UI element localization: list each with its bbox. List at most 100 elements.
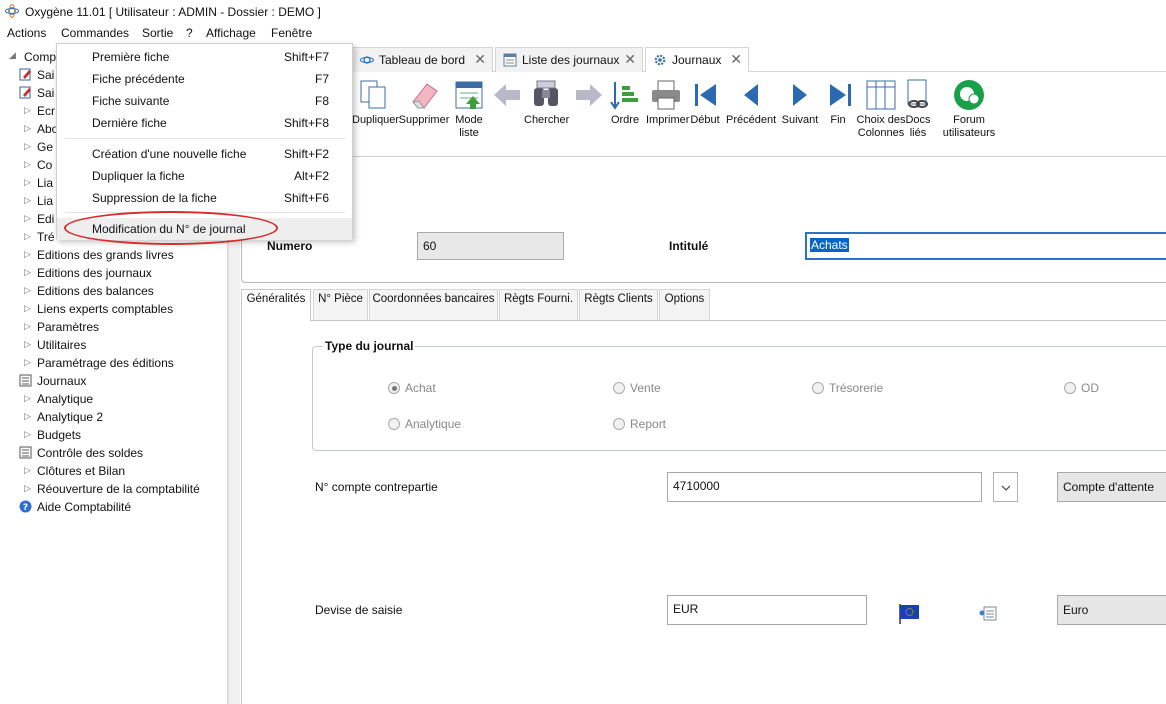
radio-dot[interactable]	[388, 382, 400, 394]
radio-dot[interactable]	[1064, 382, 1076, 394]
subtab[interactable]: Généralités	[241, 289, 311, 321]
menu-commandes[interactable]: Commandes	[61, 26, 129, 40]
subtab[interactable]: Options	[659, 289, 710, 320]
collapse-chevron-icon[interactable]: ▷	[24, 105, 31, 115]
devise-input[interactable]: EUR	[667, 595, 867, 625]
tree-item[interactable]: ▷ Liens experts comptables	[0, 300, 228, 318]
tree-item[interactable]: ▷ Paramètres	[0, 318, 228, 336]
last-button[interactable]: Fin	[824, 78, 852, 127]
menu-sortie[interactable]: Sortie	[142, 26, 173, 40]
tab-journaux[interactable]: Journaux ✕	[645, 47, 749, 73]
next-button[interactable]: Suivant	[780, 78, 820, 127]
collapse-chevron-icon[interactable]: ▷	[24, 177, 31, 187]
tab-tableau-de-bord[interactable]: Tableau de bord ✕	[352, 47, 493, 72]
subtab[interactable]: Règts Fourni.	[499, 289, 578, 320]
type-radio-label: Vente	[630, 381, 661, 395]
collapse-chevron-icon[interactable]: ▷	[24, 141, 31, 151]
first-button[interactable]: Début	[688, 78, 722, 127]
dropdown-item[interactable]: Fiche suivante F8	[57, 90, 352, 112]
tree-item-label: Journaux	[37, 374, 87, 388]
collapse-chevron-icon[interactable]: ▷	[24, 123, 31, 133]
tree-item[interactable]: Journaux	[0, 372, 228, 390]
tree-item[interactable]: ▷ Utilitaires	[0, 336, 228, 354]
tree-item[interactable]: ▷ Budgets	[0, 426, 228, 444]
tree-item[interactable]: Contrôle des soldes	[0, 444, 228, 462]
dropdown-item[interactable]: Création d'une nouvelle fiche Shift+F2	[57, 143, 352, 165]
tab-liste-des-journaux[interactable]: Liste des journaux ✕	[495, 47, 643, 72]
toolbar-label: Choix des Colonnes	[856, 114, 906, 139]
printer-button[interactable]: Imprimer	[646, 78, 689, 127]
collapse-chevron-icon[interactable]: ▷	[24, 267, 31, 277]
collapse-chevron-icon[interactable]: ▷	[24, 213, 31, 223]
dropdown-item[interactable]: Dupliquer la fiche Alt+F2	[57, 165, 352, 187]
menu-help[interactable]: ?	[186, 26, 193, 40]
collapse-chevron-icon[interactable]: ▷	[24, 483, 31, 493]
tree-item[interactable]: ▷ Editions des journaux	[0, 264, 228, 282]
columns-button[interactable]: Choix des Colonnes	[856, 78, 906, 140]
subtab[interactable]: N° Pièce	[313, 289, 368, 320]
collapse-chevron-icon[interactable]: ▷	[24, 357, 31, 367]
type-radio[interactable]: Achat	[388, 381, 508, 397]
collapse-chevron-icon[interactable]: ▷	[24, 249, 31, 259]
collapse-chevron-icon[interactable]: ▷	[24, 393, 31, 403]
menu-affichage[interactable]: Affichage	[206, 26, 256, 40]
expand-chevron-icon[interactable]: ◢	[9, 50, 16, 60]
dropdown-item[interactable]: Fiche précédente F7	[57, 68, 352, 90]
numero-field[interactable]: 60	[417, 232, 564, 260]
duplicate-button[interactable]: Dupliquer	[352, 78, 399, 127]
tree-item[interactable]: ▷ Paramétrage des éditions	[0, 354, 228, 372]
close-icon[interactable]: ✕	[730, 51, 742, 68]
type-radio[interactable]: Trésorerie	[812, 381, 932, 397]
close-icon[interactable]: ✕	[474, 51, 486, 68]
collapse-chevron-icon[interactable]: ▷	[24, 429, 31, 439]
collapse-chevron-icon[interactable]: ▷	[24, 195, 31, 205]
tree-item[interactable]: ? Aide Comptabilité	[0, 498, 228, 516]
sort-button[interactable]: Ordre	[608, 78, 642, 127]
tree-item[interactable]: ▷ Analytique	[0, 390, 228, 408]
menu-fenetre[interactable]: Fenêtre	[271, 26, 312, 40]
eraser-icon	[412, 83, 438, 109]
type-radio[interactable]: Analytique	[388, 417, 508, 433]
collapse-chevron-icon[interactable]: ▷	[24, 411, 31, 421]
compte-dropdown-button[interactable]	[993, 472, 1018, 502]
collapse-chevron-icon[interactable]: ▷	[24, 231, 31, 241]
radio-dot[interactable]	[613, 418, 625, 430]
subtab[interactable]: Règts Clients	[579, 289, 658, 320]
compte-contrepartie-input[interactable]: 4710000	[667, 472, 982, 502]
dropdown-item[interactable]: Suppression de la fiche Shift+F6	[57, 187, 352, 209]
list-mode-button[interactable]: Mode liste	[452, 78, 486, 140]
radio-dot[interactable]	[812, 382, 824, 394]
previous-button[interactable]: Précédent	[726, 78, 776, 127]
type-radio[interactable]: OD	[1064, 381, 1166, 397]
forward-arrow-button[interactable]	[572, 78, 604, 114]
collapse-chevron-icon[interactable]: ▷	[24, 159, 31, 169]
forum-button[interactable]: Forum utilisateurs	[942, 78, 996, 140]
subtab[interactable]: Coordonnées bancaires	[369, 289, 498, 320]
back-arrow-button[interactable]	[490, 78, 522, 114]
close-icon[interactable]: ✕	[624, 51, 636, 68]
tree-item[interactable]: ▷ Editions des balances	[0, 282, 228, 300]
collapse-chevron-icon[interactable]: ▷	[24, 321, 31, 331]
dropdown-item[interactable]: Dernière fiche Shift+F8	[57, 112, 352, 134]
tree-item[interactable]: ▷ Editions des grands livres	[0, 246, 228, 264]
collapse-chevron-icon[interactable]: ▷	[24, 465, 31, 475]
binoculars-button[interactable]: Chercher	[524, 78, 569, 127]
tree-item[interactable]: ▷ Analytique 2	[0, 408, 228, 426]
currency-list-icon[interactable]	[978, 604, 998, 622]
type-radio[interactable]: Report	[613, 417, 733, 433]
radio-dot[interactable]	[613, 382, 625, 394]
tree-item-label: Sai	[37, 86, 55, 100]
intitule-field[interactable]: Achats	[805, 232, 1166, 260]
linked-docs-button[interactable]: Docs liés	[900, 78, 936, 140]
dropdown-item[interactable]: Première fiche Shift+F7	[57, 46, 352, 68]
eraser-button[interactable]: Supprimer	[398, 78, 450, 127]
collapse-chevron-icon[interactable]: ▷	[24, 303, 31, 313]
tree-item[interactable]: ▷ Clôtures et Bilan	[0, 462, 228, 480]
tree-item[interactable]: ▷ Réouverture de la comptabilité	[0, 480, 228, 498]
type-radio[interactable]: Vente	[613, 381, 733, 397]
collapse-chevron-icon[interactable]: ▷	[24, 339, 31, 349]
dropdown-item-label: Suppression de la fiche	[92, 191, 217, 205]
radio-dot[interactable]	[388, 418, 400, 430]
menu-actions[interactable]: Actions	[7, 26, 46, 40]
collapse-chevron-icon[interactable]: ▷	[24, 285, 31, 295]
